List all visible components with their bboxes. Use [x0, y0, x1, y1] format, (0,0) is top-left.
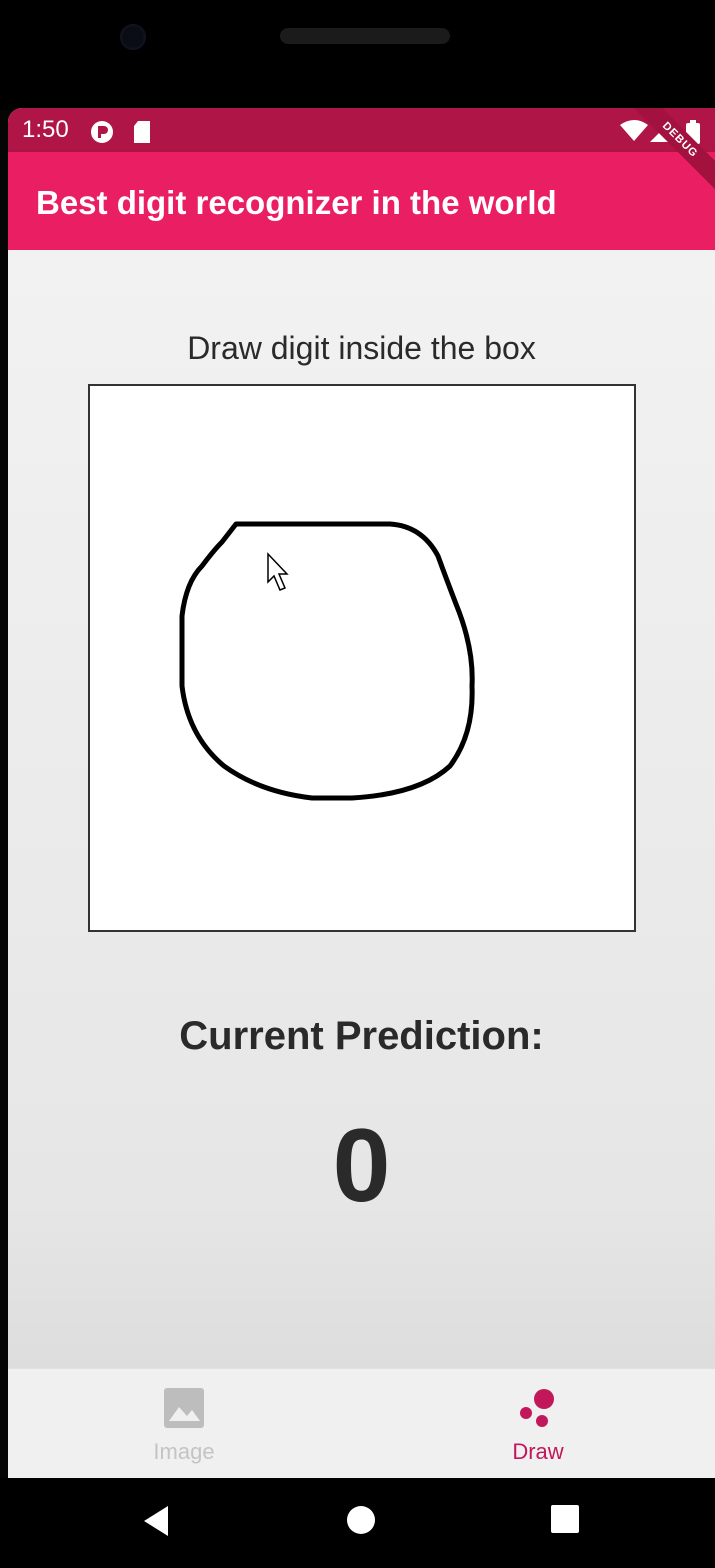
draw-dots-icon: [438, 1387, 638, 1434]
drawing-canvas[interactable]: [88, 384, 636, 932]
prediction-label: Current Prediction:: [179, 1014, 544, 1058]
nav-item-image[interactable]: Image: [84, 1369, 284, 1478]
sd-card-icon: [132, 120, 152, 149]
status-bar: 1:50: [8, 108, 715, 152]
draw-instruction: Draw digit inside the box: [187, 330, 536, 366]
nav-label-draw: Draw: [512, 1439, 564, 1464]
back-icon[interactable]: [140, 1504, 170, 1543]
image-icon: [84, 1387, 284, 1434]
nav-label-image: Image: [153, 1439, 215, 1464]
phone-bezel: [0, 0, 715, 110]
status-time: 1:50: [22, 116, 69, 143]
app-screen: 1:50 Best digit recognizer in the world …: [8, 108, 715, 1478]
prediction-value: 0: [332, 1108, 391, 1224]
drawn-stroke: [179, 521, 475, 801]
nav-item-draw[interactable]: Draw: [438, 1369, 638, 1478]
app-bar: Best digit recognizer in the world: [8, 152, 715, 250]
app-notification-icon: [90, 120, 114, 149]
system-navigation-bar: [0, 1478, 715, 1568]
bottom-navigation: Image Draw: [8, 1368, 715, 1478]
app-title: Best digit recognizer in the world: [36, 184, 557, 221]
phone-device: 1:50 Best digit recognizer in the world …: [0, 0, 715, 1568]
home-icon[interactable]: [345, 1504, 377, 1541]
earpiece-speaker: [280, 28, 450, 44]
main-content: Draw digit inside the box Current Predic…: [8, 250, 715, 1478]
mouse-cursor-icon: [267, 552, 289, 591]
front-camera: [120, 24, 146, 50]
wifi-icon: [620, 120, 648, 147]
recents-icon[interactable]: [550, 1504, 580, 1539]
